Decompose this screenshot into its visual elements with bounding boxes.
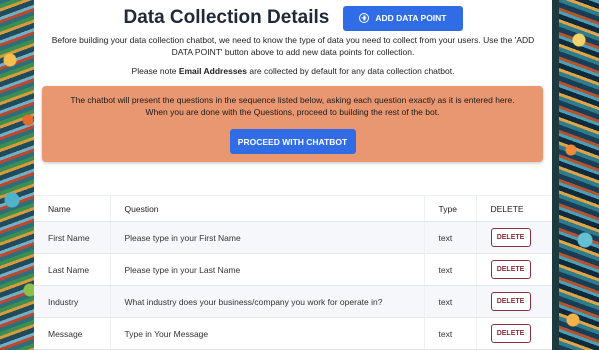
- column-header-name: Name: [34, 195, 110, 222]
- delete-button[interactable]: DELETE: [490, 292, 531, 311]
- plus-circle-icon: [359, 13, 370, 23]
- email-note: Please note Email Addresses are collecte…: [34, 66, 552, 76]
- email-note-prefix: Please note: [131, 66, 179, 76]
- table-row: Last Name Please type in your Last Name …: [34, 253, 552, 286]
- row-question: Please type in your First Name: [109, 221, 424, 254]
- data-collection-panel: Data Collection Details ADD DATA POINT B…: [34, 0, 552, 350]
- row-name: Industry: [34, 285, 110, 318]
- row-question: What industry does your business/company…: [109, 285, 424, 318]
- table-row: Message Type in Your Message text DELETE: [34, 317, 552, 350]
- page-header: Data Collection Details ADD DATA POINT: [34, 4, 552, 32]
- background-artwork-right: [559, 0, 599, 350]
- row-delete-cell: DELETE: [475, 317, 552, 350]
- sequence-info-text: The chatbot will present the questions i…: [42, 94, 543, 118]
- column-header-question: Question: [109, 195, 424, 222]
- data-points-table: Name Question Type DELETE First Name Ple…: [34, 195, 552, 350]
- row-name: Message: [34, 317, 110, 350]
- row-type: text: [423, 253, 476, 286]
- row-type: text: [423, 317, 476, 350]
- email-note-emphasis: Email Addresses: [178, 66, 248, 76]
- table-row: Industry What industry does your busines…: [34, 285, 552, 318]
- add-data-point-button[interactable]: ADD DATA POINT: [343, 5, 463, 31]
- row-delete-cell: DELETE: [475, 221, 552, 254]
- data-points-table-container: Name Question Type DELETE First Name Ple…: [34, 195, 552, 350]
- row-type: text: [423, 285, 476, 318]
- page-title: Data Collection Details: [123, 7, 330, 28]
- delete-button[interactable]: DELETE: [490, 228, 531, 247]
- row-delete-cell: DELETE: [475, 285, 552, 318]
- sequence-info-box: The chatbot will present the questions i…: [42, 86, 543, 162]
- table-header-row: Name Question Type DELETE: [34, 195, 552, 222]
- row-name: Last Name: [34, 253, 110, 286]
- sequence-info-line-1: The chatbot will present the questions i…: [70, 95, 515, 105]
- row-question: Type in Your Message: [109, 317, 424, 350]
- add-data-point-label: ADD DATA POINT: [375, 13, 447, 23]
- sequence-info-line-2: When you are done with the Questions, pr…: [145, 107, 440, 117]
- intro-text: Before building your data collection cha…: [51, 35, 535, 57]
- table-row: First Name Please type in your First Nam…: [34, 221, 552, 254]
- row-question: Please type in your Last Name: [109, 253, 424, 286]
- delete-button[interactable]: DELETE: [490, 260, 531, 279]
- proceed-with-chatbot-button[interactable]: PROCEED WITH CHATBOT: [229, 129, 356, 154]
- column-header-type: Type: [423, 195, 476, 222]
- row-name: First Name: [34, 221, 110, 254]
- row-type: text: [423, 221, 476, 254]
- row-delete-cell: DELETE: [475, 253, 552, 286]
- email-note-suffix: are collected by default for any data co…: [247, 66, 455, 76]
- delete-button[interactable]: DELETE: [490, 324, 531, 343]
- column-header-delete: DELETE: [475, 195, 552, 222]
